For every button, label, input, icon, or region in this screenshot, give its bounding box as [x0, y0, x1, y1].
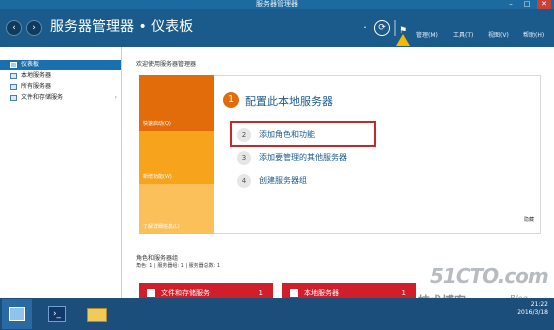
chevron-right-icon: › [114, 94, 117, 101]
taskbar: ›_ 21:22 2016/3/18 [0, 298, 554, 330]
section-summary: 角色: 1 | 服务器组: 1 | 服务器总数: 1 [136, 263, 221, 269]
warning-icon [396, 34, 410, 46]
app-header: ‹ › 服务器管理器 • 仪表板 · ⟳ ⚑ 管理(M) 工具(T) 视图(V)… [0, 9, 554, 47]
storage-icon [147, 289, 155, 297]
sidebar-item-label: 本地服务器 [21, 72, 52, 79]
menu-view[interactable]: 视图(V) [488, 32, 509, 40]
step-label: 添加要管理的其他服务器 [259, 153, 347, 162]
minimize-icon[interactable]: – [504, 0, 518, 9]
welcome-heading: 欢迎使用服务器管理器 [136, 61, 197, 68]
sidebar-item-label: 仪表板 [21, 61, 40, 68]
highlight-annotation [230, 121, 376, 147]
menu-help[interactable]: 帮助(H) [523, 32, 544, 40]
powershell-taskbar-button[interactable]: ›_ [42, 299, 72, 329]
step-add-servers[interactable]: 3 添加要管理的其他服务器 [237, 151, 347, 165]
server-manager-taskbar-button[interactable] [2, 299, 32, 329]
servers-icon [10, 84, 17, 90]
configure-local-server-link[interactable]: 配置此本地服务器 [245, 93, 333, 109]
page-title: 服务器管理器 • 仪表板 [50, 19, 194, 35]
menu-manage[interactable]: 管理(M) [416, 32, 438, 40]
window-titlebar: 服务器管理器 – □ ✕ [0, 0, 554, 9]
step-number-badge: 1 [223, 92, 239, 108]
forward-icon[interactable]: › [26, 20, 42, 36]
close-icon[interactable]: ✕ [537, 0, 551, 9]
sidebar-item-file-storage[interactable]: 文件和存储服务 › [0, 93, 121, 103]
dashboard-icon [10, 62, 17, 68]
step-number: 3 [237, 151, 251, 165]
server-manager-icon [9, 307, 25, 321]
clock-time: 21:22 [530, 301, 548, 308]
sidebar: 仪表板 本地服务器 所有服务器 文件和存储服务 › [0, 47, 122, 298]
step-number: 4 [237, 174, 251, 188]
server-icon [290, 289, 298, 297]
sidebar-item-label: 文件和存储服务 [21, 94, 64, 101]
step-create-group[interactable]: 4 创建服务器组 [237, 174, 307, 188]
tile-label: 了解详细信息(L) [143, 224, 180, 230]
watermark-line1: 51CTO.com [430, 264, 549, 288]
step-label: 创建服务器组 [259, 176, 307, 185]
tile-quick-start[interactable]: 快速启动(Q) [139, 75, 214, 131]
clock-date: 2016/3/18 [517, 309, 548, 316]
tile-label: 快速启动(Q) [143, 121, 171, 127]
sidebar-item-all-servers[interactable]: 所有服务器 [0, 82, 121, 92]
storage-icon [10, 95, 17, 101]
sidebar-item-label: 所有服务器 [21, 83, 52, 90]
window-title: 服务器管理器 [256, 0, 298, 8]
quick-start-panel: 1 配置此本地服务器 2 添加角色和功能 3 添加要管理的其他服务器 4 创建服务器组… [214, 75, 541, 234]
maximize-icon[interactable]: □ [520, 0, 534, 9]
refresh-icon[interactable]: ⟳ [374, 20, 390, 36]
tile-new-features[interactable]: 新增功能(W) [139, 131, 214, 184]
section-title: 角色和服务器组 [136, 255, 179, 262]
explorer-taskbar-button[interactable] [82, 299, 112, 329]
sidebar-item-dashboard[interactable]: 仪表板 [0, 60, 121, 70]
tile-label: 新增功能(W) [143, 174, 172, 180]
sidebar-item-local-server[interactable]: 本地服务器 [0, 71, 121, 81]
tile-learn-more[interactable]: 了解详细信息(L) [139, 184, 214, 234]
server-icon [10, 73, 17, 79]
folder-icon [87, 308, 107, 322]
powershell-icon: ›_ [48, 306, 66, 322]
hide-link[interactable]: 隐藏 [524, 216, 534, 223]
main-content: 欢迎使用服务器管理器 快速启动(Q) 新增功能(W) 了解详细信息(L) 1 配… [122, 47, 554, 303]
back-icon[interactable]: ‹ [6, 20, 22, 36]
dot-icon: · [363, 21, 367, 34]
menu-tools[interactable]: 工具(T) [453, 32, 473, 40]
taskbar-clock[interactable]: 21:22 2016/3/18 [488, 301, 548, 317]
